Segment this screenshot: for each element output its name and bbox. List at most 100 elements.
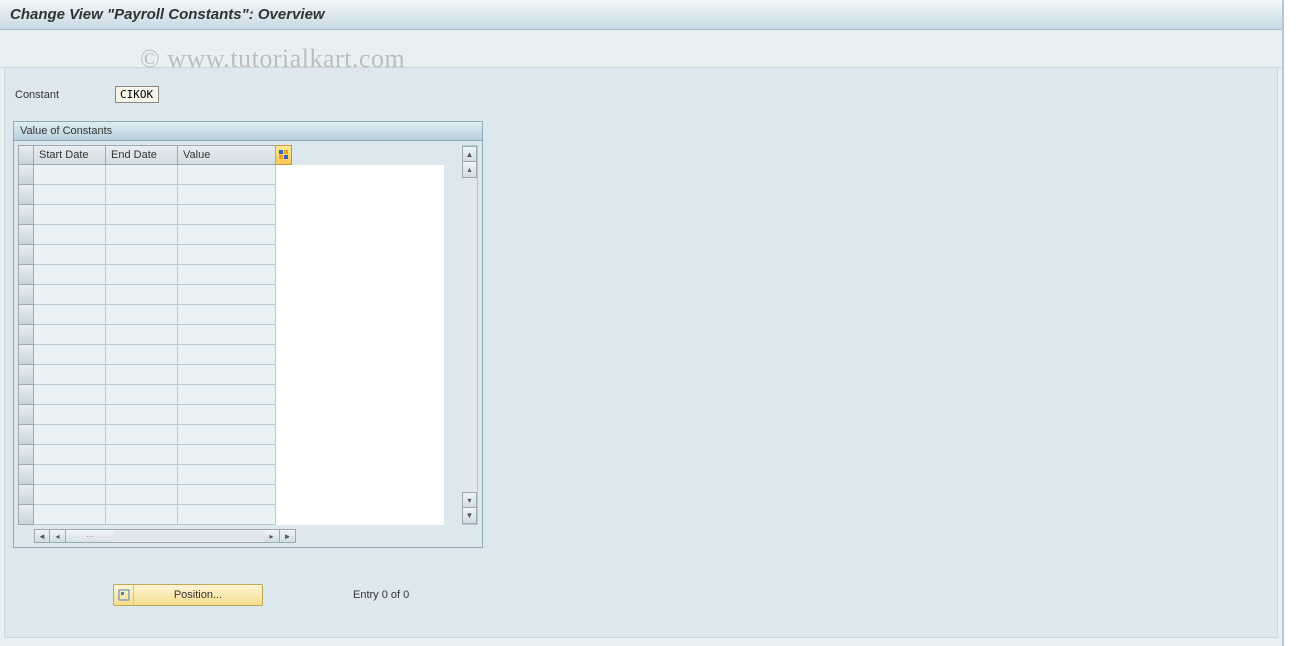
row-selector[interactable] xyxy=(18,325,34,345)
cell-end-date[interactable] xyxy=(106,165,178,185)
row-selector[interactable] xyxy=(18,225,34,245)
cell-start-date[interactable] xyxy=(34,185,106,205)
horizontal-scrollbar[interactable]: ◄ ◂ ⋯ ▸ ► xyxy=(34,529,296,543)
cell-value[interactable] xyxy=(178,265,276,285)
table-row[interactable] xyxy=(18,225,444,245)
row-selector[interactable] xyxy=(18,165,34,185)
cell-end-date[interactable] xyxy=(106,385,178,405)
cell-end-date[interactable] xyxy=(106,305,178,325)
cell-end-date[interactable] xyxy=(106,505,178,525)
cell-start-date[interactable] xyxy=(34,365,106,385)
table-row[interactable] xyxy=(18,505,444,525)
table-row[interactable] xyxy=(18,345,444,365)
row-selector[interactable] xyxy=(18,485,34,505)
row-selector[interactable] xyxy=(18,405,34,425)
cell-end-date[interactable] xyxy=(106,365,178,385)
cell-start-date[interactable] xyxy=(34,385,106,405)
table-row[interactable] xyxy=(18,305,444,325)
cell-value[interactable] xyxy=(178,285,276,305)
table-settings-button[interactable] xyxy=(276,145,292,165)
cell-start-date[interactable] xyxy=(34,465,106,485)
cell-end-date[interactable] xyxy=(106,465,178,485)
cell-end-date[interactable] xyxy=(106,285,178,305)
select-all-handle[interactable] xyxy=(18,145,34,165)
row-selector[interactable] xyxy=(18,345,34,365)
row-selector[interactable] xyxy=(18,445,34,465)
scroll-down-button[interactable]: ▼ xyxy=(462,508,477,524)
hscroll-thumb[interactable]: ⋯ xyxy=(66,529,114,543)
cell-start-date[interactable] xyxy=(34,325,106,345)
cell-start-date[interactable] xyxy=(34,485,106,505)
cell-end-date[interactable] xyxy=(106,205,178,225)
cell-value[interactable] xyxy=(178,245,276,265)
cell-value[interactable] xyxy=(178,465,276,485)
table-row[interactable] xyxy=(18,405,444,425)
cell-start-date[interactable] xyxy=(34,305,106,325)
table-row[interactable] xyxy=(18,445,444,465)
row-selector[interactable] xyxy=(18,385,34,405)
row-selector[interactable] xyxy=(18,185,34,205)
table-row[interactable] xyxy=(18,465,444,485)
table-row[interactable] xyxy=(18,245,444,265)
cell-start-date[interactable] xyxy=(34,265,106,285)
cell-start-date[interactable] xyxy=(34,405,106,425)
table-row[interactable] xyxy=(18,325,444,345)
constant-value[interactable]: CIKOK xyxy=(115,86,159,103)
table-row[interactable] xyxy=(18,265,444,285)
cell-end-date[interactable] xyxy=(106,445,178,465)
cell-value[interactable] xyxy=(178,165,276,185)
cell-end-date[interactable] xyxy=(106,325,178,345)
cell-value[interactable] xyxy=(178,385,276,405)
cell-value[interactable] xyxy=(178,205,276,225)
cell-value[interactable] xyxy=(178,325,276,345)
scroll-right-step-button[interactable]: ▸ xyxy=(264,529,280,543)
cell-start-date[interactable] xyxy=(34,225,106,245)
column-end-date[interactable]: End Date xyxy=(106,145,178,165)
row-selector[interactable] xyxy=(18,245,34,265)
row-selector[interactable] xyxy=(18,365,34,385)
cell-value[interactable] xyxy=(178,405,276,425)
row-selector[interactable] xyxy=(18,205,34,225)
cell-start-date[interactable] xyxy=(34,345,106,365)
row-selector[interactable] xyxy=(18,425,34,445)
table-row[interactable] xyxy=(18,205,444,225)
cell-value[interactable] xyxy=(178,425,276,445)
row-selector[interactable] xyxy=(18,285,34,305)
cell-start-date[interactable] xyxy=(34,285,106,305)
table-row[interactable] xyxy=(18,365,444,385)
scroll-left-button[interactable]: ◄ xyxy=(34,529,50,543)
table-row[interactable] xyxy=(18,285,444,305)
cell-end-date[interactable] xyxy=(106,185,178,205)
scroll-right-button[interactable]: ► xyxy=(280,529,296,543)
table-row[interactable] xyxy=(18,485,444,505)
column-value[interactable]: Value xyxy=(178,145,276,165)
vertical-scrollbar[interactable]: ▲ ▴ ▾ ▼ xyxy=(462,145,478,525)
cell-start-date[interactable] xyxy=(34,445,106,465)
cell-end-date[interactable] xyxy=(106,485,178,505)
cell-end-date[interactable] xyxy=(106,345,178,365)
scroll-left-step-button[interactable]: ◂ xyxy=(50,529,66,543)
row-selector[interactable] xyxy=(18,505,34,525)
cell-end-date[interactable] xyxy=(106,425,178,445)
cell-value[interactable] xyxy=(178,305,276,325)
cell-end-date[interactable] xyxy=(106,265,178,285)
cell-end-date[interactable] xyxy=(106,225,178,245)
cell-start-date[interactable] xyxy=(34,165,106,185)
cell-value[interactable] xyxy=(178,445,276,465)
scroll-up-button[interactable]: ▲ xyxy=(462,146,477,162)
table-row[interactable] xyxy=(18,185,444,205)
cell-start-date[interactable] xyxy=(34,205,106,225)
cell-start-date[interactable] xyxy=(34,245,106,265)
row-selector[interactable] xyxy=(18,265,34,285)
cell-end-date[interactable] xyxy=(106,245,178,265)
hscroll-track[interactable] xyxy=(114,529,264,543)
scroll-page-down-button[interactable]: ▾ xyxy=(462,492,477,508)
cell-value[interactable] xyxy=(178,485,276,505)
cell-value[interactable] xyxy=(178,345,276,365)
cell-value[interactable] xyxy=(178,225,276,245)
cell-value[interactable] xyxy=(178,365,276,385)
position-button[interactable]: Position... xyxy=(113,584,263,606)
cell-value[interactable] xyxy=(178,185,276,205)
scroll-page-up-button[interactable]: ▴ xyxy=(462,162,477,178)
table-row[interactable] xyxy=(18,165,444,185)
